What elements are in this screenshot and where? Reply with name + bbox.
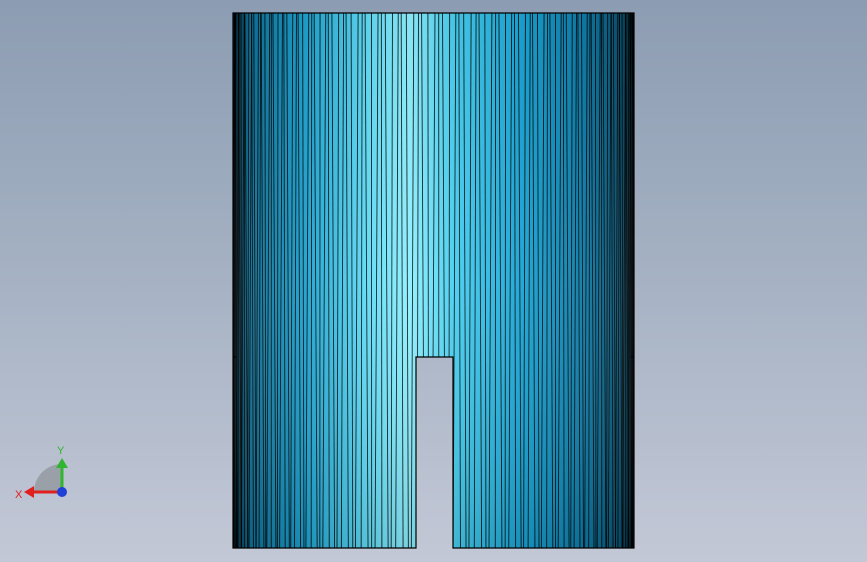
x-arrow-icon [24,486,34,498]
triad-plane-icon [34,464,62,492]
cylinder-model[interactable] [0,0,867,562]
x-axis-label: X [15,489,23,501]
y-arrow-icon [56,458,68,468]
y-axis-label: Y [57,445,65,457]
orientation-triad[interactable]: Y X [12,440,82,510]
cylinder-body[interactable] [232,13,636,548]
z-axis-icon [57,487,67,497]
shading-overlay [233,13,634,548]
graphics-viewport[interactable]: Y X [0,0,867,562]
